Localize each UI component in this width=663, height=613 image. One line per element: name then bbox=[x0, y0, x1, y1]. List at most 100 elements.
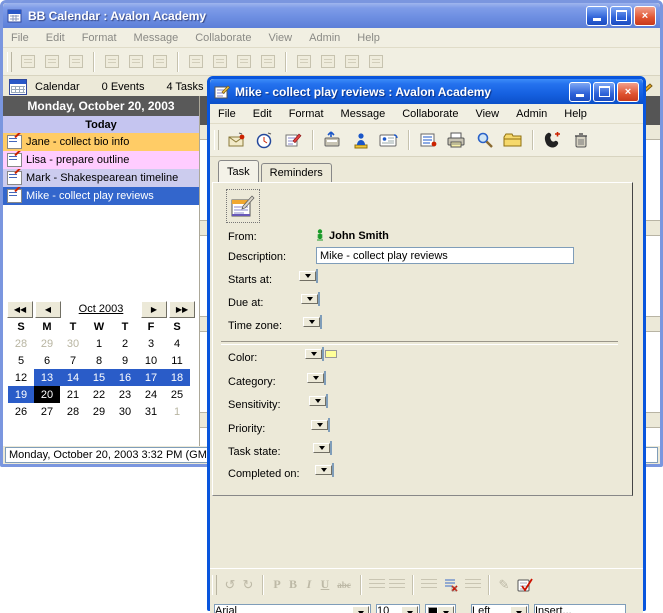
chevron-down-icon[interactable] bbox=[301, 294, 318, 304]
dialog-maximize-button[interactable] bbox=[593, 82, 615, 102]
chevron-down-icon[interactable] bbox=[352, 606, 369, 613]
due-at-combo[interactable]: Monday, October 27, 2003 12:00 AM bbox=[318, 292, 320, 306]
font-color-combo[interactable] bbox=[425, 604, 456, 613]
day-cell-selected[interactable]: 18 bbox=[164, 369, 190, 386]
tab-reminders[interactable]: Reminders bbox=[261, 163, 332, 182]
day-cell[interactable]: 4 bbox=[164, 335, 190, 352]
spell-check-icon[interactable] bbox=[515, 574, 535, 596]
calendar-label[interactable]: Calendar bbox=[35, 81, 80, 93]
starts-at-combo[interactable]: Monday, October 20, 2003 9:00 AM bbox=[316, 269, 318, 283]
main-maximize-button[interactable] bbox=[610, 6, 632, 26]
day-cell[interactable]: 11 bbox=[164, 352, 190, 369]
toolbar-grip[interactable] bbox=[212, 575, 217, 595]
dialog-menu-edit[interactable]: Edit bbox=[253, 108, 272, 120]
month-label-link[interactable]: Oct 2003 bbox=[63, 303, 139, 315]
day-cell[interactable]: 1 bbox=[164, 403, 190, 420]
day-cell[interactable]: 6 bbox=[34, 352, 60, 369]
day-cell[interactable]: 5 bbox=[8, 352, 34, 369]
chevron-down-icon[interactable] bbox=[437, 606, 454, 613]
day-cell[interactable]: 10 bbox=[138, 352, 164, 369]
day-cell-selected[interactable]: 16 bbox=[112, 369, 138, 386]
new-message-icon[interactable] bbox=[225, 129, 249, 151]
day-cell[interactable]: 12 bbox=[8, 369, 34, 386]
day-cell[interactable]: 7 bbox=[60, 352, 86, 369]
main-menu-message[interactable]: Message bbox=[134, 32, 179, 44]
dialog-menu-message[interactable]: Message bbox=[341, 108, 386, 120]
main-menu-admin[interactable]: Admin bbox=[309, 32, 340, 44]
day-cell[interactable]: 22 bbox=[86, 386, 112, 403]
assign-person-icon[interactable] bbox=[349, 129, 373, 151]
chevron-down-icon[interactable] bbox=[313, 443, 330, 453]
send-icon[interactable] bbox=[321, 129, 345, 151]
chevron-down-icon[interactable] bbox=[401, 606, 418, 613]
description-input[interactable]: Mike - collect play reviews bbox=[316, 247, 574, 264]
list-remove-icon[interactable] bbox=[441, 574, 461, 596]
day-cell-selected[interactable]: 14 bbox=[60, 369, 86, 386]
dialog-menu-file[interactable]: File bbox=[218, 108, 236, 120]
font-size-combo[interactable]: 10 bbox=[376, 604, 420, 613]
task-row-mike-selected[interactable]: Mike - collect play reviews bbox=[3, 187, 199, 205]
day-cell[interactable]: 3 bbox=[138, 335, 164, 352]
sensitivity-combo[interactable]: Normal bbox=[326, 394, 328, 408]
main-menu-file[interactable]: File bbox=[11, 32, 29, 44]
chevron-down-icon[interactable] bbox=[307, 373, 324, 383]
new-appointment-icon[interactable] bbox=[253, 129, 277, 151]
chevron-down-icon[interactable] bbox=[315, 465, 332, 475]
day-cell-selected[interactable]: 19 bbox=[8, 386, 34, 403]
main-close-button[interactable]: × bbox=[634, 6, 656, 26]
day-cell[interactable]: 30 bbox=[112, 403, 138, 420]
day-cell-selected[interactable]: 13 bbox=[34, 369, 60, 386]
day-cell[interactable]: 8 bbox=[86, 352, 112, 369]
prev-year-button[interactable]: ◀◀ bbox=[7, 301, 33, 318]
prev-month-button[interactable]: ◀ bbox=[35, 301, 61, 318]
main-titlebar[interactable]: BB Calendar : Avalon Academy × bbox=[3, 3, 660, 28]
task-row-mark[interactable]: Mark - Shakespearean timeline bbox=[3, 169, 199, 187]
dialog-close-button[interactable]: × bbox=[617, 82, 639, 102]
dialog-minimize-button[interactable] bbox=[569, 82, 591, 102]
day-cell[interactable]: 29 bbox=[34, 335, 60, 352]
dialog-menu-help[interactable]: Help bbox=[564, 108, 587, 120]
events-count[interactable]: 0 Events bbox=[102, 81, 145, 93]
task-row-jane[interactable]: Jane - collect bio info bbox=[3, 133, 199, 151]
delete-icon[interactable] bbox=[569, 129, 593, 151]
completed-on-combo[interactable]: Not Yet Complete bbox=[332, 463, 334, 477]
task-row-lisa[interactable]: Lisa - prepare outline bbox=[3, 151, 199, 169]
dialog-menu-collaborate[interactable]: Collaborate bbox=[402, 108, 458, 120]
main-menu-help[interactable]: Help bbox=[357, 32, 380, 44]
print-icon[interactable] bbox=[445, 129, 469, 151]
task-state-combo[interactable]: In Progress bbox=[330, 441, 332, 455]
chevron-down-icon[interactable] bbox=[309, 396, 326, 406]
day-cell[interactable]: 24 bbox=[138, 386, 164, 403]
day-cell-today[interactable]: 20 bbox=[34, 386, 60, 403]
day-cell[interactable]: 31 bbox=[138, 403, 164, 420]
time-zone-combo[interactable]: (GMT-5:00) Eastern Time (US & Canada) bbox=[320, 315, 322, 329]
day-cell[interactable]: 2 bbox=[112, 335, 138, 352]
main-menu-format[interactable]: Format bbox=[82, 32, 117, 44]
tab-task[interactable]: Task bbox=[218, 160, 259, 182]
day-cell[interactable]: 21 bbox=[60, 386, 86, 403]
message-list-icon[interactable] bbox=[417, 129, 441, 151]
next-year-button[interactable]: ▶▶ bbox=[169, 301, 195, 318]
day-cell[interactable]: 28 bbox=[8, 335, 34, 352]
category-combo[interactable]: Projects bbox=[324, 371, 326, 385]
dialog-titlebar[interactable]: Mike - collect play reviews : Avalon Aca… bbox=[210, 79, 643, 104]
dialog-menu-admin[interactable]: Admin bbox=[516, 108, 547, 120]
folder-icon[interactable] bbox=[501, 129, 525, 151]
day-cell[interactable]: 1 bbox=[86, 335, 112, 352]
chevron-down-icon[interactable] bbox=[303, 317, 320, 327]
day-cell-selected[interactable]: 15 bbox=[86, 369, 112, 386]
priority-combo[interactable]: Normal bbox=[328, 418, 330, 432]
color-combo[interactable] bbox=[322, 347, 324, 361]
day-cell[interactable]: 25 bbox=[164, 386, 190, 403]
chevron-down-icon[interactable] bbox=[510, 606, 527, 613]
main-minimize-button[interactable] bbox=[586, 6, 608, 26]
insert-field[interactable]: Insert... bbox=[534, 604, 626, 613]
main-menu-edit[interactable]: Edit bbox=[46, 32, 65, 44]
day-cell-selected[interactable]: 17 bbox=[138, 369, 164, 386]
next-month-button[interactable]: ▶ bbox=[141, 301, 167, 318]
day-cell[interactable]: 30 bbox=[60, 335, 86, 352]
main-menu-collaborate[interactable]: Collaborate bbox=[195, 32, 251, 44]
font-family-combo[interactable]: Arial bbox=[214, 604, 371, 613]
find-icon[interactable] bbox=[473, 129, 497, 151]
chevron-down-icon[interactable] bbox=[311, 420, 328, 430]
